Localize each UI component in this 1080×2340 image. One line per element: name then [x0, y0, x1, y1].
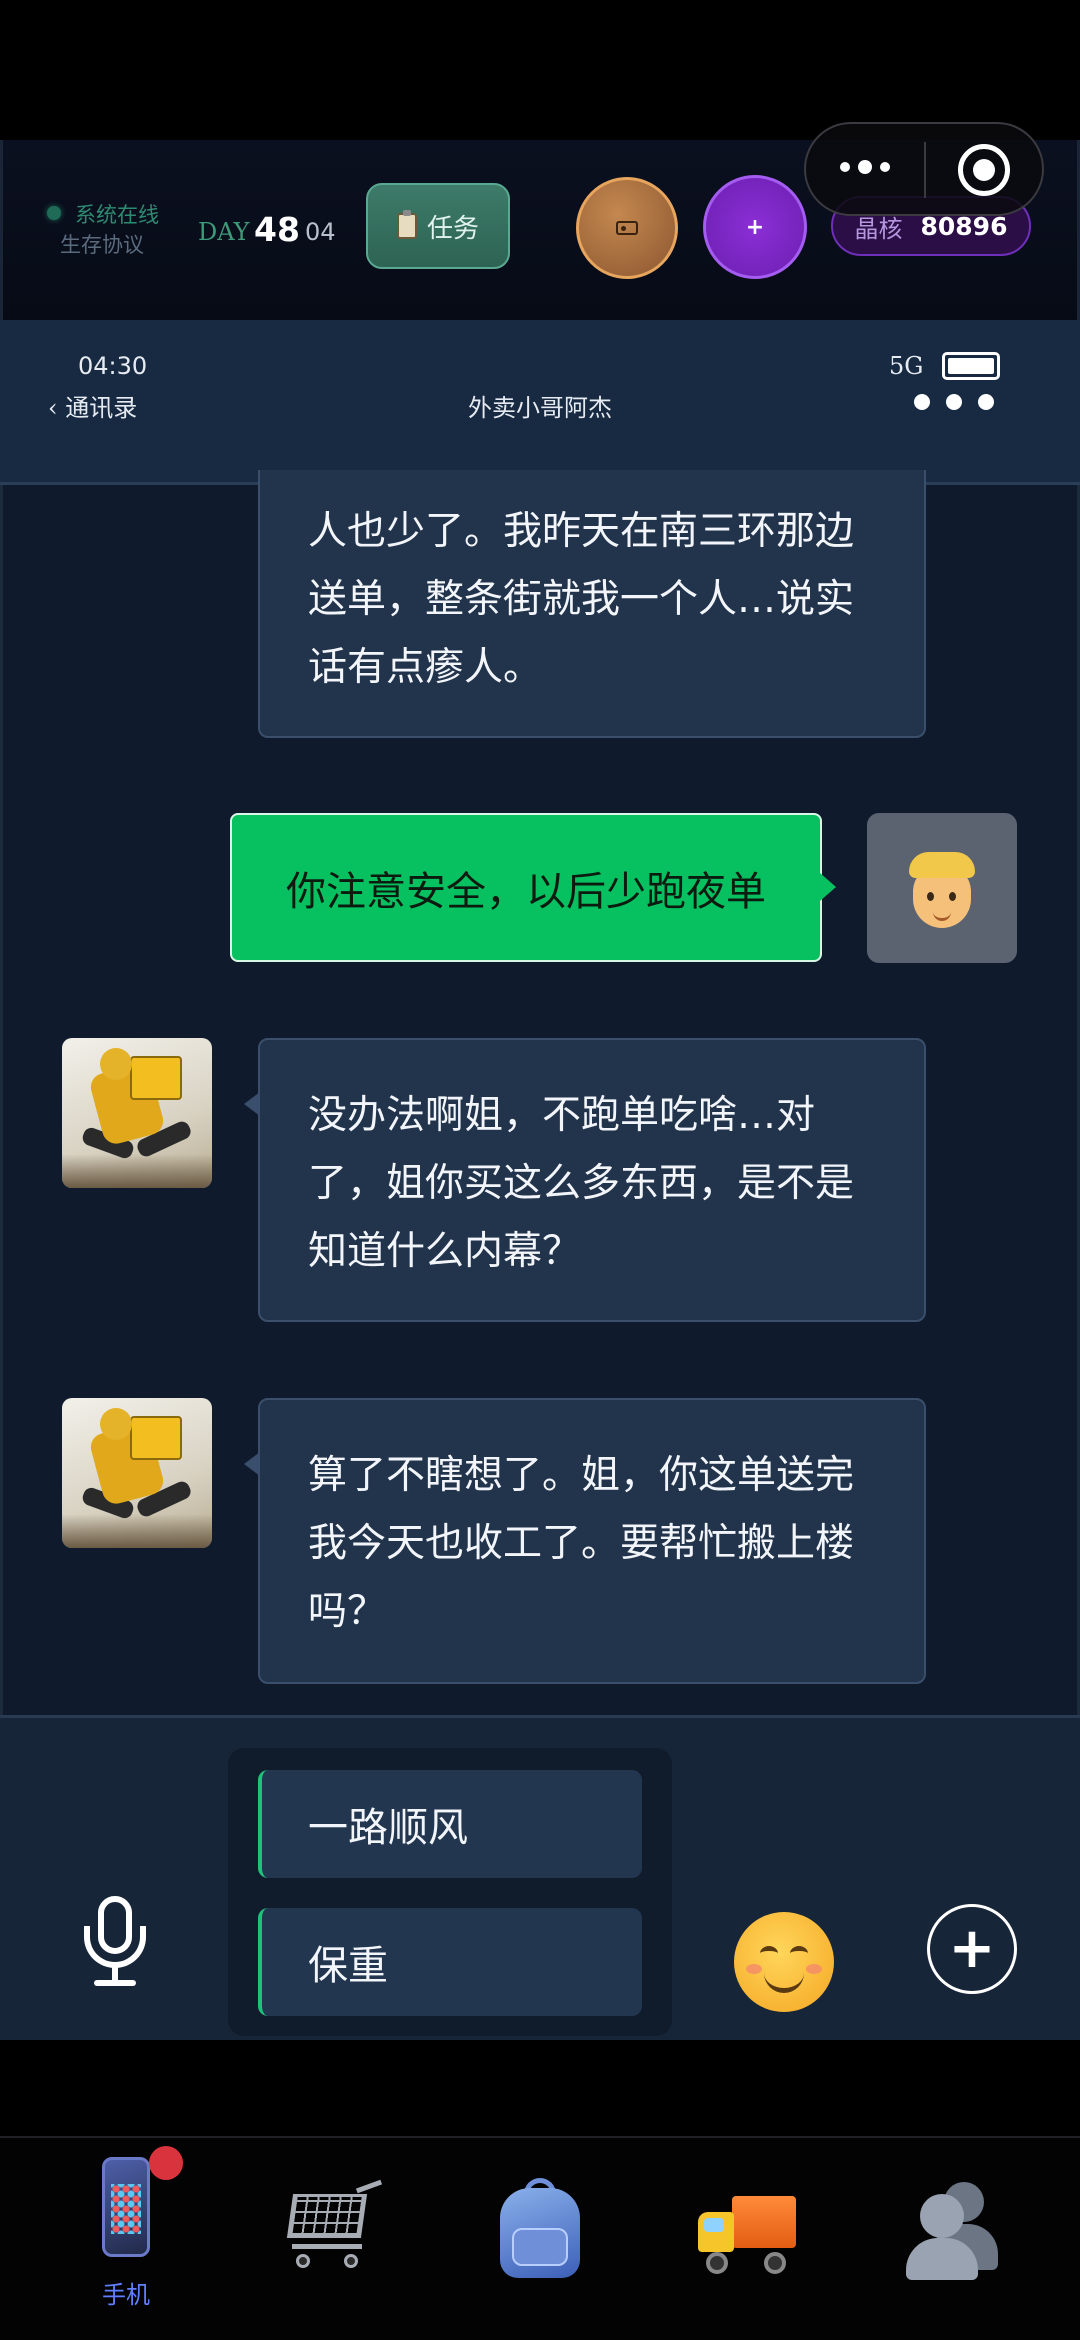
contact-avatar[interactable]: [62, 1038, 212, 1188]
truck-icon[interactable]: [698, 2196, 796, 2276]
user-face-icon: [907, 848, 977, 928]
notification-badge: [149, 2146, 183, 2180]
self-avatar[interactable]: [867, 813, 1017, 963]
mini-program-capsule: [804, 122, 1044, 216]
message-text: 没办法啊姐，不跑单吃啥…对了，姐你买这么多东西，是不是知道什么内幕？: [308, 1093, 855, 1274]
day-sub-counter: 04: [305, 218, 336, 246]
chat-more-icon[interactable]: [914, 394, 994, 410]
add-attachment-label: +: [948, 1916, 996, 1981]
cart-icon[interactable]: [282, 2179, 383, 2274]
online-status-dot: [47, 206, 61, 220]
microphone-icon[interactable]: [80, 1896, 150, 1988]
quick-reply-label: 保重: [308, 1943, 388, 1989]
backpack-icon[interactable]: [494, 2178, 586, 2282]
battery-icon: [942, 352, 1000, 380]
message-text: 人也少了。我昨天在南三环那边送单，整条街就我一个人…说实话有点瘆人。: [308, 509, 855, 690]
day-number: 48: [254, 210, 300, 249]
network-indicator: 5G: [889, 352, 924, 380]
protocol-text: 生存协议: [60, 233, 144, 257]
people-icon[interactable]: [902, 2180, 1002, 2280]
task-button-label: 任务: [426, 213, 479, 244]
message-bubble-contact: 人也少了。我昨天在南三环那边送单，整条街就我一个人…说实话有点瘆人。: [258, 470, 926, 738]
more-options-icon[interactable]: [840, 160, 890, 174]
system-status-text: 系统在线: [75, 203, 159, 227]
quick-reply-label: 一路顺风: [308, 1805, 468, 1851]
add-attachment-button[interactable]: +: [927, 1904, 1017, 1994]
message-bubble-self: 你注意安全，以后少跑夜单: [230, 813, 836, 962]
add-purple-label: +: [745, 214, 765, 240]
message-bubble-contact: 算了不瞎想了。姐，你这单送完我今天也收工了。要帮忙搬上楼吗？: [244, 1398, 926, 1684]
radio-button[interactable]: [576, 177, 678, 279]
capsule-divider: [924, 142, 926, 198]
nav-label-phone: 手机: [102, 2281, 150, 2309]
emoji-icon[interactable]: [734, 1912, 834, 2012]
radio-icon: [616, 221, 638, 235]
contact-avatar[interactable]: [62, 1398, 212, 1548]
day-label: DAY: [198, 218, 250, 246]
phone-icon[interactable]: [102, 2157, 150, 2257]
task-button[interactable]: 任务: [366, 183, 510, 269]
quick-reply-option[interactable]: 一路顺风: [258, 1770, 642, 1878]
status-time: 04:30: [78, 352, 148, 380]
message-text: 算了不瞎想了。姐，你这单送完我今天也收工了。要帮忙搬上楼吗？: [308, 1453, 855, 1634]
clipboard-icon: [396, 210, 417, 239]
message-bubble-contact: 没办法啊姐，不跑单吃啥…对了，姐你买这么多东西，是不是知道什么内幕？: [244, 1038, 926, 1322]
add-purple-button[interactable]: +: [703, 175, 807, 279]
quick-reply-option[interactable]: 保重: [258, 1908, 642, 2016]
message-text: 你注意安全，以后少跑夜单: [286, 868, 766, 915]
close-target-icon[interactable]: [958, 144, 1010, 196]
